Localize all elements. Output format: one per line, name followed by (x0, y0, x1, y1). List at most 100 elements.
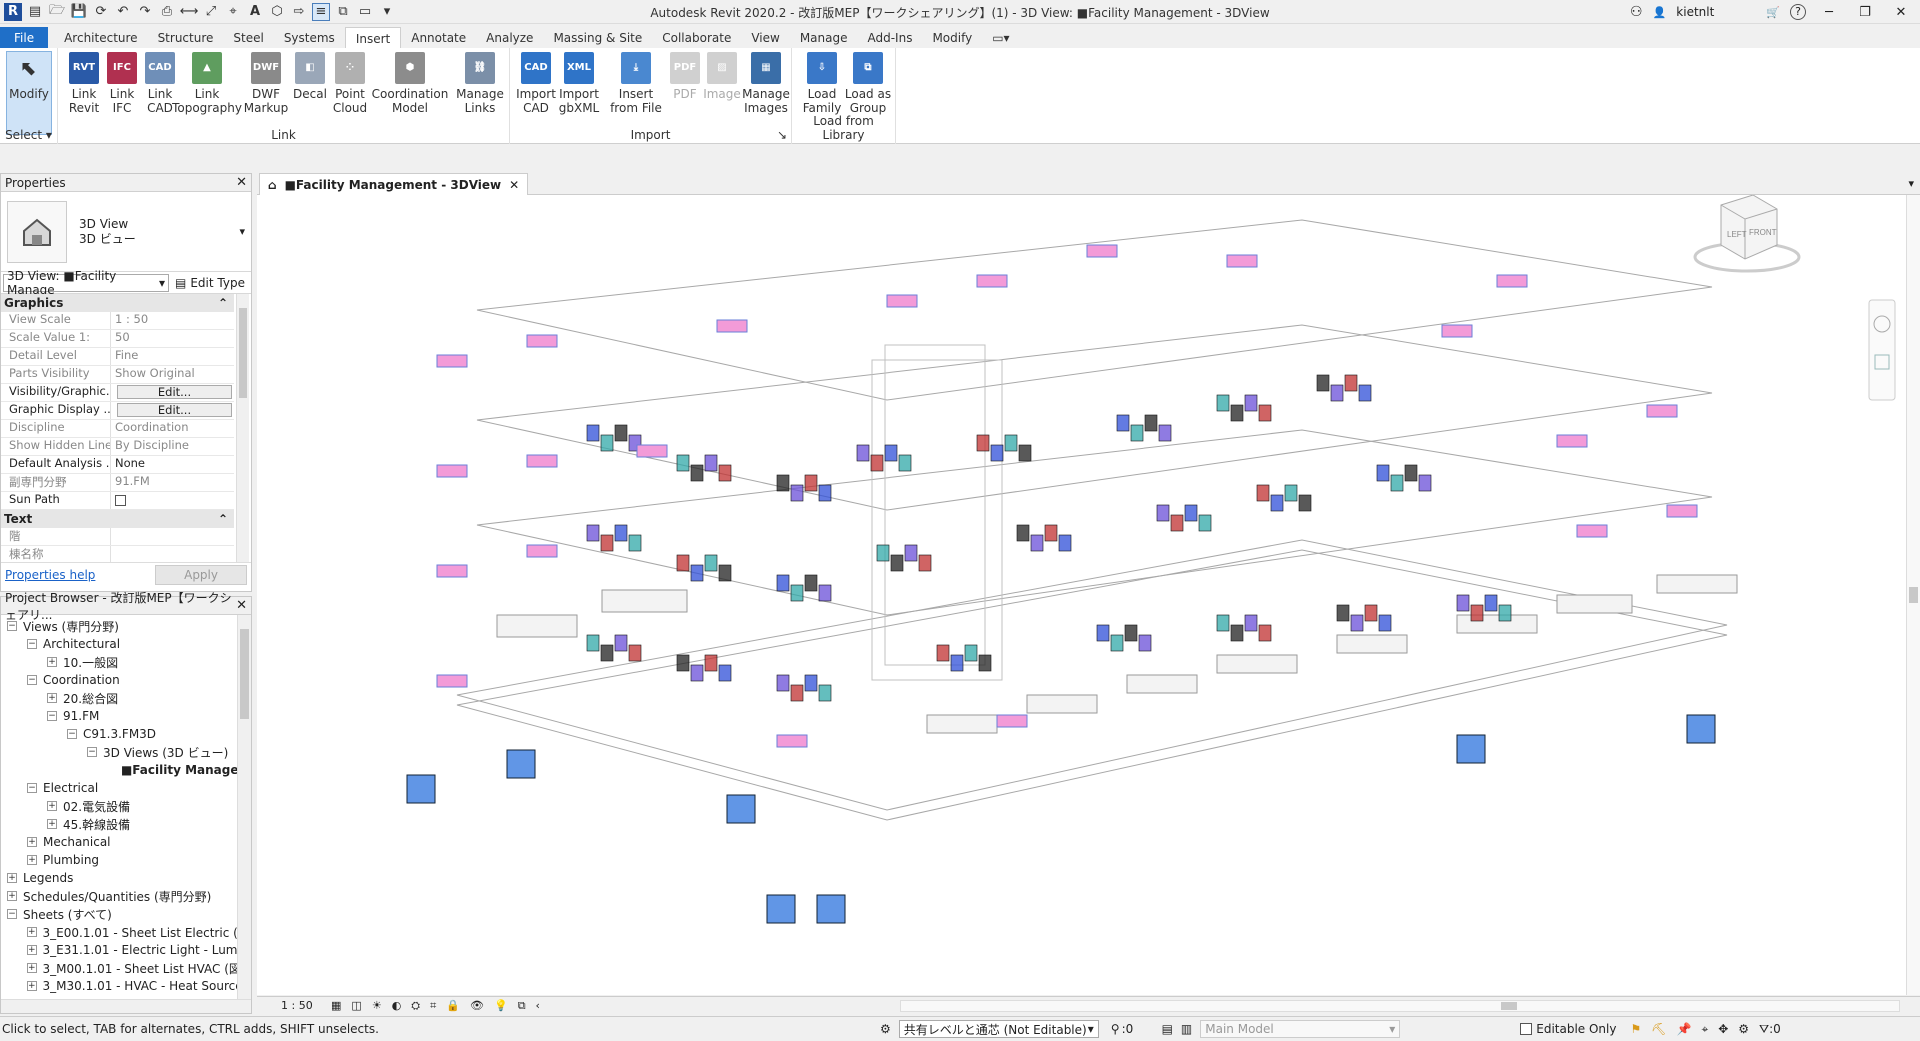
type-selector[interactable]: 3D View 3D ビュー ▾ (1, 192, 251, 272)
expand-toggle-icon[interactable]: + (47, 657, 57, 667)
tab-view[interactable]: View (741, 27, 789, 49)
text-section-header[interactable]: Text ⌃ (1, 510, 234, 528)
model-3d-drawing[interactable]: LEFT FRONT (257, 194, 1920, 995)
redo-icon[interactable]: ↷ (136, 3, 154, 21)
collapse-toggle-icon[interactable]: − (27, 639, 37, 649)
background-process-icon[interactable]: ⚙ (1738, 1022, 1749, 1036)
type-dropdown-icon[interactable]: ▾ (239, 225, 245, 238)
tree-item[interactable]: − Coordination (1, 671, 251, 689)
tree-item[interactable]: +3_E00.1.01 - Sheet List Electric (図面 (1, 923, 251, 941)
collapse-toggle-icon[interactable]: − (27, 675, 37, 685)
property-row[interactable]: Parts Visibility Show Original (1, 366, 234, 384)
select-underlay-icon[interactable]: ⛏ (1651, 1022, 1666, 1036)
tab-massing-site[interactable]: Massing & Site (543, 27, 652, 49)
property-value[interactable]: None (111, 456, 234, 473)
apply-button[interactable]: Apply (155, 564, 247, 585)
tree-item[interactable]: ■Facility Managem (1, 761, 251, 779)
ribbon-display-toggle[interactable]: ▭▾ (982, 27, 1019, 49)
tab-add-ins[interactable]: Add-Ins (857, 27, 922, 49)
view-tab-facility-management[interactable]: ⌂ ■Facility Management - 3DView ✕ (259, 173, 529, 195)
editing-requests-icon[interactable]: ⚲ (1111, 1022, 1120, 1036)
expand-toggle-icon[interactable]: + (47, 801, 57, 811)
edit-button-label[interactable]: Edit... (117, 385, 232, 399)
tree-item[interactable]: +45.幹線設備 (1, 815, 251, 833)
app-menu-icon[interactable]: ▤ (26, 3, 44, 21)
pdf-button[interactable]: PDF PDF (670, 52, 700, 122)
image-button[interactable]: ▨ Image (703, 52, 741, 122)
point-cloud-button[interactable]: ⁘ Point Cloud (328, 52, 372, 122)
expand-toggle-icon[interactable]: + (7, 891, 17, 901)
design-option-toggle-icon[interactable]: ▥ (1181, 1022, 1192, 1036)
tree-item[interactable]: +3_E31.1.01 - Electric Light - Lumina (1, 941, 251, 959)
scrollbar-thumb[interactable] (240, 629, 249, 719)
select-pinned-icon[interactable]: 📌 (1676, 1022, 1691, 1036)
coordination-model-button[interactable]: ⬢ Coordination Model (372, 52, 448, 122)
properties-scrollbar[interactable] (236, 294, 249, 562)
visual-style-icon[interactable]: ◫ (351, 999, 361, 1012)
tree-item[interactable]: +10.一般図 (1, 653, 251, 671)
render-icon[interactable]: ⛭ (411, 999, 420, 1013)
property-row[interactable]: Scale Value 1: 50 (1, 330, 234, 348)
save-icon[interactable]: 💾 (70, 3, 88, 21)
tab-structure[interactable]: Structure (148, 27, 224, 49)
tree-item[interactable]: + Schedules/Quantities (専門分野) (1, 887, 251, 905)
collapse-toggle-icon[interactable]: − (27, 783, 37, 793)
collapse-toggle-icon[interactable]: − (7, 909, 17, 919)
expand-toggle-icon[interactable]: + (27, 927, 37, 937)
collapse-toggle-icon[interactable]: − (87, 747, 97, 757)
property-value[interactable] (111, 528, 234, 545)
select-dropdown[interactable]: Select ▾ (0, 128, 57, 142)
import-cad-button[interactable]: CAD Import CAD (514, 52, 558, 122)
view-instance-select[interactable]: 3D View: ■Facility Manage ▾ (3, 269, 169, 297)
tab-menu-icon[interactable]: ▾ (1908, 177, 1914, 190)
tree-item[interactable]: − Sheets (すべて) (1, 905, 251, 923)
tab-collaborate[interactable]: Collaborate (652, 27, 741, 49)
tree-item[interactable]: −91.FM (1, 707, 251, 725)
collapse-toggle-icon[interactable]: − (47, 711, 57, 721)
dimension-icon[interactable]: ⤢ (202, 3, 220, 21)
dialog-launcher-icon[interactable]: ↘ (777, 128, 787, 142)
design-options-icon[interactable]: ▤ (1162, 1022, 1173, 1036)
property-row[interactable]: Discipline Coordination (1, 420, 234, 438)
drag-elements-icon[interactable]: ✥ (1718, 1022, 1728, 1036)
expand-toggle-icon[interactable]: + (27, 855, 37, 865)
view-scale[interactable]: 1 : 50 (281, 999, 321, 1012)
tree-item[interactable]: + Legends (1, 869, 251, 887)
thin-lines-icon[interactable]: ≡ (312, 2, 330, 21)
scrollbar-thumb[interactable] (1909, 587, 1918, 603)
expand-toggle-icon[interactable]: + (27, 945, 37, 955)
tab-systems[interactable]: Systems (274, 27, 345, 49)
3d-viewport[interactable]: LEFT FRONT (257, 194, 1920, 995)
close-icon[interactable]: ✕ (236, 175, 247, 190)
dwf-markup-button[interactable]: DWF DWF Markup (244, 52, 288, 122)
cart-icon[interactable]: 🛒 (1766, 6, 1780, 19)
design-option-select[interactable]: Main Model ▾ (1200, 1020, 1401, 1038)
scroll-left-icon[interactable]: ‹ (536, 999, 540, 1012)
sun-path-checkbox[interactable] (111, 492, 234, 509)
lock-view-icon[interactable]: 🔒 (446, 999, 460, 1012)
tree-item[interactable]: +20.総合図 (1, 689, 251, 707)
tab-file[interactable]: File (0, 27, 49, 49)
select-by-face-icon[interactable]: ⌖ (1701, 1022, 1708, 1037)
tag-icon[interactable]: ⌖ (224, 3, 242, 21)
editable-only-checkbox[interactable] (1520, 1023, 1533, 1035)
restore-button[interactable]: ❐ (1852, 2, 1878, 22)
expand-toggle-icon[interactable]: + (27, 981, 37, 991)
revit-logo-icon[interactable]: R (4, 2, 22, 21)
expand-toggle-icon[interactable]: + (27, 963, 37, 973)
edit-type-button[interactable]: ▤ Edit Type (175, 276, 245, 290)
undo-icon[interactable]: ↶ (114, 3, 132, 21)
scrollbar-thumb[interactable] (1501, 1001, 1517, 1010)
tab-insert[interactable]: Insert (344, 27, 402, 49)
property-row[interactable]: 副専門分野 91.FM (1, 474, 234, 492)
property-value[interactable]: 50 (111, 330, 234, 347)
tree-item[interactable]: + Plumbing (1, 851, 251, 869)
expand-toggle-icon[interactable]: + (47, 819, 57, 829)
worksharing-icon[interactable]: ⧉ (518, 999, 526, 1013)
load-family-button[interactable]: ⇩ Load Family (800, 52, 844, 122)
worksets-icon[interactable]: ⚙ (880, 1022, 891, 1036)
property-row[interactable]: 階 (1, 528, 234, 546)
binoculars-icon[interactable]: ⚇ (1630, 4, 1643, 20)
filter-icon[interactable]: ⛛ (1759, 1022, 1769, 1037)
link-topography-button[interactable]: ▲ Link Topography (172, 52, 242, 122)
